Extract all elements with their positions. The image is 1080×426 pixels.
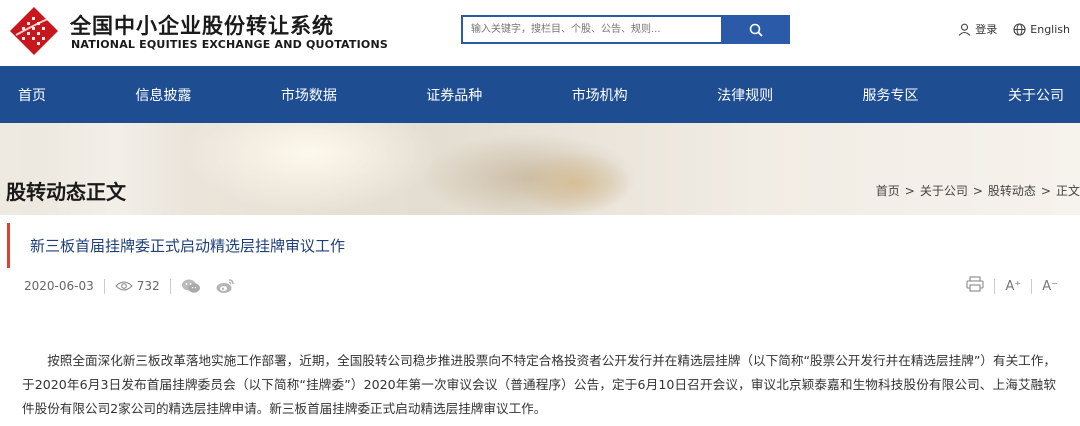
search-bar [461,15,790,44]
article-title: 新三板首届挂牌委正式启动精选层挂牌审议工作 [7,223,1080,268]
font-increase-button[interactable]: A⁺ [1005,279,1021,294]
breadcrumb-current: 正文 [1055,184,1080,198]
nav-services[interactable]: 服务专区 [863,85,919,105]
breadcrumb-home[interactable]: 首页 [876,184,900,198]
breadcrumb-separator: > [972,184,983,198]
login-label: 登录 [975,23,998,36]
weibo-icon [216,279,234,293]
page-title: 股转动态正文 [6,180,126,204]
user-icon [958,23,971,36]
nav-about[interactable]: 关于公司 [1008,85,1064,105]
page-banner: 股转动态正文 首页 > 关于公司 > 股转动态 > 正文 [0,123,1080,215]
globe-icon [1013,22,1026,36]
meta-divider [169,278,171,294]
font-decrease-button[interactable]: A⁻ [1042,279,1058,294]
banner-decoration [520,153,630,213]
neeq-logo-icon[interactable] [8,5,60,57]
brand-name-cn[interactable]: 全国中小企业股份转让系统 [70,10,334,40]
article-date: 2020-06-03 [24,279,94,293]
eye-icon [114,281,133,291]
view-count-value: 732 [136,279,160,293]
view-count: 732 [114,279,160,293]
article-meta: 2020-06-03 732 [24,277,239,295]
search-button[interactable] [721,15,790,44]
english-link[interactable]: English [1013,23,1070,36]
meta-divider [103,278,105,294]
nav-market-data[interactable]: 市场数据 [281,85,337,105]
nav-rules[interactable]: 法律规则 [717,85,773,105]
nav-securities[interactable]: 证券品种 [426,85,482,105]
breadcrumb-news[interactable]: 股转动态 [988,184,1036,198]
article-body: 按照全面深化新三板改革落地实施工作部署，近期，全国股转公司稳步推进股票向不特定合… [22,353,1056,416]
english-label: English [1030,22,1070,36]
main-nav: 首页 信息披露 市场数据 证券品种 市场机构 法律规则 服务专区 关于公司 [0,66,1080,123]
breadcrumb-separator: > [1040,184,1051,198]
print-icon [966,276,985,292]
login-link[interactable]: 登录 [958,21,997,37]
brand-name-en[interactable]: NATIONAL EQUITIES EXCHANGE AND QUOTATION… [71,38,388,51]
nav-institutions[interactable]: 市场机构 [572,85,628,105]
site-header: 全国中小企业股份转让系统 NATIONAL EQUITIES EXCHANGE … [0,0,1080,66]
print-button[interactable] [966,276,985,296]
search-input[interactable] [461,15,721,44]
search-icon [749,23,763,37]
nav-disclosure[interactable]: 信息披露 [135,85,191,105]
tools-divider [1031,278,1033,294]
article-tools: A⁺ A⁻ [966,276,1058,296]
share-wechat-button[interactable] [181,278,205,294]
top-links: 登录 English [942,21,1070,37]
tools-divider [994,278,996,294]
breadcrumb-separator: > [904,184,915,198]
nav-home[interactable]: 首页 [18,85,46,105]
breadcrumb: 首页 > 关于公司 > 股转动态 > 正文 [876,182,1080,199]
wechat-icon [181,279,200,293]
breadcrumb-about[interactable]: 关于公司 [920,184,968,198]
banner-decoration [180,123,440,213]
share-weibo-button[interactable] [215,278,239,294]
